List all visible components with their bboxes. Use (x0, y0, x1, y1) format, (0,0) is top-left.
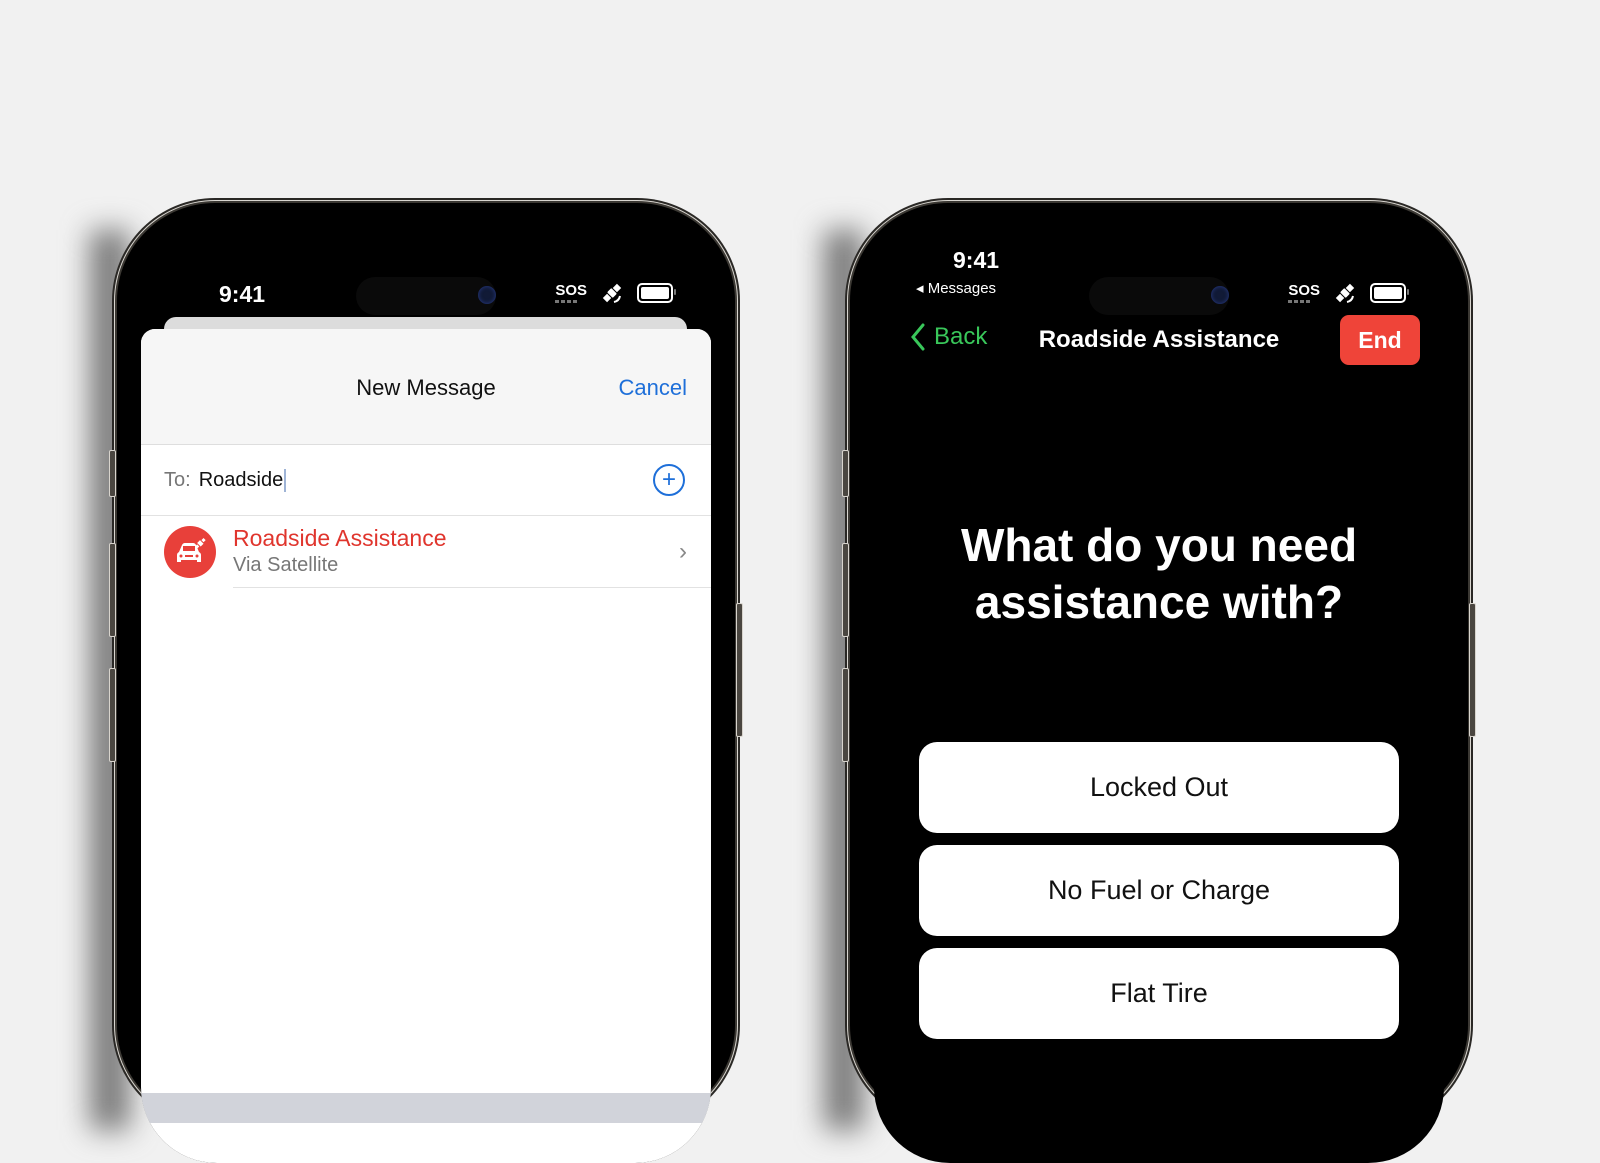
divider (233, 587, 711, 588)
phone-right: 9:41 ◂ Messages SOS Back Roadside Assist… (842, 203, 1476, 1163)
option-no-fuel-or-charge[interactable]: No Fuel or Charge (919, 845, 1399, 936)
satellite-icon (602, 283, 622, 303)
recipient-field[interactable]: To: Roadside + (141, 445, 711, 516)
sos-indicator: SOS (1288, 283, 1320, 303)
suggestion-subtitle: Via Satellite (233, 554, 339, 576)
question-heading: What do you need assistance with? (874, 517, 1444, 631)
status-time: 9:41 (219, 281, 266, 307)
right-screen: 9:41 ◂ Messages SOS Back Roadside Assist… (874, 225, 1444, 1163)
recipient-input[interactable]: Roadside (199, 468, 287, 492)
sheet-header: New Message Cancel (141, 329, 711, 445)
keyboard-top-edge (141, 1093, 711, 1123)
option-list: Locked Out No Fuel or Charge Flat Tire (919, 742, 1399, 1039)
status-icons: SOS (555, 280, 676, 306)
action-button (842, 450, 849, 497)
phone-left: 9:41 SOS New Message Cancel To: Roadside… (109, 203, 743, 1163)
plus-icon: + (661, 466, 676, 493)
camera (1211, 286, 1229, 304)
status-icons: SOS (1288, 280, 1409, 306)
satellite-icon (1335, 283, 1355, 303)
cancel-button[interactable]: Cancel (619, 375, 687, 401)
suggestion-roadside-assistance[interactable]: Roadside Assistance Via Satellite › (141, 516, 711, 588)
volume-down-button (842, 668, 849, 762)
battery-icon (1370, 283, 1409, 303)
question-line-1: What do you need (960, 519, 1358, 571)
dynamic-island (356, 277, 496, 315)
back-to-messages[interactable]: ◂ Messages (916, 279, 996, 297)
new-message-sheet: New Message Cancel To: Roadside + Roadsi… (141, 329, 711, 1163)
volume-up-button (109, 543, 116, 637)
option-flat-tire[interactable]: Flat Tire (919, 948, 1399, 1039)
question-line-2: assistance with? (974, 576, 1344, 628)
left-screen: 9:41 SOS New Message Cancel To: Roadside… (141, 225, 711, 1163)
to-label: To: (164, 468, 191, 491)
power-button (1469, 603, 1476, 737)
status-time: 9:41 (953, 247, 1000, 273)
camera (478, 286, 496, 304)
chevron-right-icon: › (679, 538, 687, 565)
sos-indicator: SOS (555, 283, 587, 303)
volume-up-button (842, 543, 849, 637)
action-button (109, 450, 116, 497)
add-contact-button[interactable]: + (653, 464, 685, 496)
battery-icon (637, 283, 676, 303)
option-locked-out[interactable]: Locked Out (919, 742, 1399, 833)
end-button[interactable]: End (1340, 315, 1420, 365)
dynamic-island (1089, 277, 1229, 315)
volume-down-button (109, 668, 116, 762)
car-satellite-icon (164, 526, 216, 578)
power-button (736, 603, 743, 737)
suggestion-name: Roadside Assistance (233, 525, 447, 551)
